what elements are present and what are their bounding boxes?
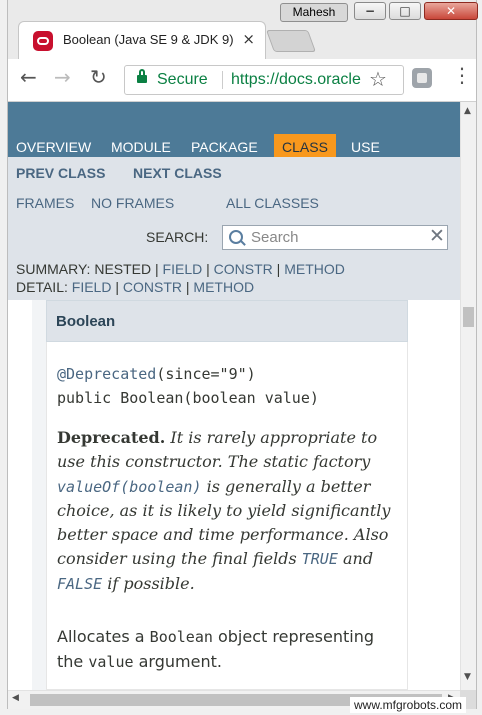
next-class-link[interactable]: NEXT CLASS: [133, 165, 222, 181]
no-frames-link[interactable]: NO FRAMES: [91, 195, 174, 211]
nav-class: CLASS: [274, 134, 336, 158]
secure-label: Secure: [157, 71, 208, 88]
url-text[interactable]: https://docs.oracle.com/javase/9/docs/ap…: [231, 71, 361, 89]
summary-method-link[interactable]: METHOD: [284, 261, 345, 277]
nav-package[interactable]: PACKAGE: [191, 139, 258, 155]
deprecated-annotation-link[interactable]: @Deprecated: [57, 365, 156, 383]
address-bar[interactable]: Secure https://docs.oracle.com/javase/9/…: [124, 65, 404, 95]
summary-field-link[interactable]: FIELD: [163, 261, 203, 277]
reload-icon[interactable]: ↻: [90, 65, 107, 89]
new-tab-button[interactable]: [265, 30, 317, 52]
summary-separator: |: [206, 261, 210, 277]
detail-method-link[interactable]: METHOD: [193, 279, 254, 295]
page-viewport: OVERVIEW MODULE PACKAGE CLASS USE PREV C…: [8, 102, 460, 690]
summary-nested: NESTED: [94, 261, 152, 277]
browser-menu-icon[interactable]: ⋮: [452, 63, 472, 87]
back-icon[interactable]: ←: [20, 65, 37, 89]
search-input[interactable]: Search ✕: [222, 225, 448, 250]
search-icon: [229, 230, 243, 244]
description-code: value: [88, 653, 134, 671]
oracle-logo-icon: [33, 31, 53, 51]
frames-link[interactable]: FRAMES: [16, 195, 74, 211]
window-frame-left: [0, 0, 8, 715]
omnibox-separator: [222, 71, 223, 89]
description-text: Allocates a: [57, 627, 145, 646]
summary-separator: |: [155, 261, 159, 277]
constructor-name: Boolean: [56, 313, 116, 330]
browser-toolbar: ← → ↻ Secure https://docs.oracle.com/jav…: [8, 59, 476, 102]
signature-text: public Boolean(boolean value): [57, 389, 319, 407]
deprecation-note: Deprecated. It is rarely appropriate to …: [57, 426, 397, 596]
forward-icon[interactable]: →: [54, 65, 71, 89]
constructor-signature: @Deprecated(since="9") public Boolean(bo…: [57, 362, 319, 410]
minimize-button[interactable]: −: [354, 2, 386, 20]
vertical-scroll-thumb[interactable]: [463, 307, 474, 327]
scroll-left-arrow-icon[interactable]: ◀: [12, 693, 19, 703]
window-frame-right: [476, 0, 482, 715]
close-window-button[interactable]: ✕: [424, 2, 478, 20]
extension-icon[interactable]: [412, 68, 432, 88]
deprecation-text: if possible.: [107, 573, 195, 593]
search-placeholder: Search: [251, 229, 299, 246]
content-margin: [32, 300, 46, 690]
maximize-button[interactable]: □: [389, 2, 421, 20]
constructor-header: Boolean: [46, 300, 408, 342]
summary-separator: |: [276, 261, 281, 277]
scroll-down-arrow-icon[interactable]: ▼: [464, 672, 471, 682]
true-field-link[interactable]: TRUE: [302, 550, 338, 568]
detail-label: DETAIL:: [16, 279, 68, 295]
detail-separator: |: [185, 279, 190, 295]
browser-tab[interactable]: Boolean (Java SE 9 & JDK 9) ×: [18, 21, 266, 59]
detail-nav: DETAIL: FIELD | CONSTR | METHOD: [16, 279, 254, 295]
search-label: SEARCH:: [146, 229, 209, 245]
watermark: www.mfgrobots.com: [350, 697, 467, 713]
vertical-scrollbar[interactable]: ▲ ▼: [460, 102, 476, 690]
valueof-link[interactable]: valueOf(boolean): [57, 478, 202, 496]
javadoc-top-nav: OVERVIEW MODULE PACKAGE CLASS USE: [8, 102, 460, 158]
nav-use[interactable]: USE: [351, 139, 380, 155]
false-field-link[interactable]: FALSE: [57, 575, 102, 593]
javadoc-sub-nav: PREV CLASS NEXT CLASS FRAMES NO FRAMES A…: [8, 157, 460, 300]
detail-field-link[interactable]: FIELD: [72, 279, 112, 295]
tab-title: Boolean (Java SE 9 & JDK 9): [63, 32, 234, 47]
bookmark-star-icon[interactable]: ☆: [369, 67, 387, 91]
deprecation-text: and: [342, 549, 374, 569]
detail-separator: |: [115, 279, 119, 295]
prev-class-link[interactable]: PREV CLASS: [16, 165, 105, 181]
annotation-args: (since="9"): [156, 365, 256, 383]
profile-name-badge[interactable]: Mahesh: [280, 3, 348, 22]
description-text: argument.: [138, 652, 222, 671]
scroll-up-arrow-icon[interactable]: ▲: [464, 106, 471, 116]
lock-icon: [137, 69, 147, 83]
summary-label: SUMMARY:: [16, 261, 91, 277]
summary-nav: SUMMARY: NESTED | FIELD | CONSTR | METHO…: [16, 261, 345, 277]
summary-constr-link[interactable]: CONSTR: [214, 261, 273, 277]
constructor-description: Allocates a Boolean object representing …: [57, 624, 397, 674]
detail-constr-link[interactable]: CONSTR: [123, 279, 182, 295]
nav-overview[interactable]: OVERVIEW: [16, 139, 91, 155]
nav-module[interactable]: MODULE: [111, 139, 171, 155]
search-reset-icon[interactable]: ✕: [429, 225, 445, 247]
all-classes-link[interactable]: ALL CLASSES: [226, 195, 319, 211]
description-code: Boolean: [149, 628, 213, 646]
deprecated-label: Deprecated.: [57, 428, 166, 447]
tab-close-icon[interactable]: ×: [242, 30, 255, 48]
